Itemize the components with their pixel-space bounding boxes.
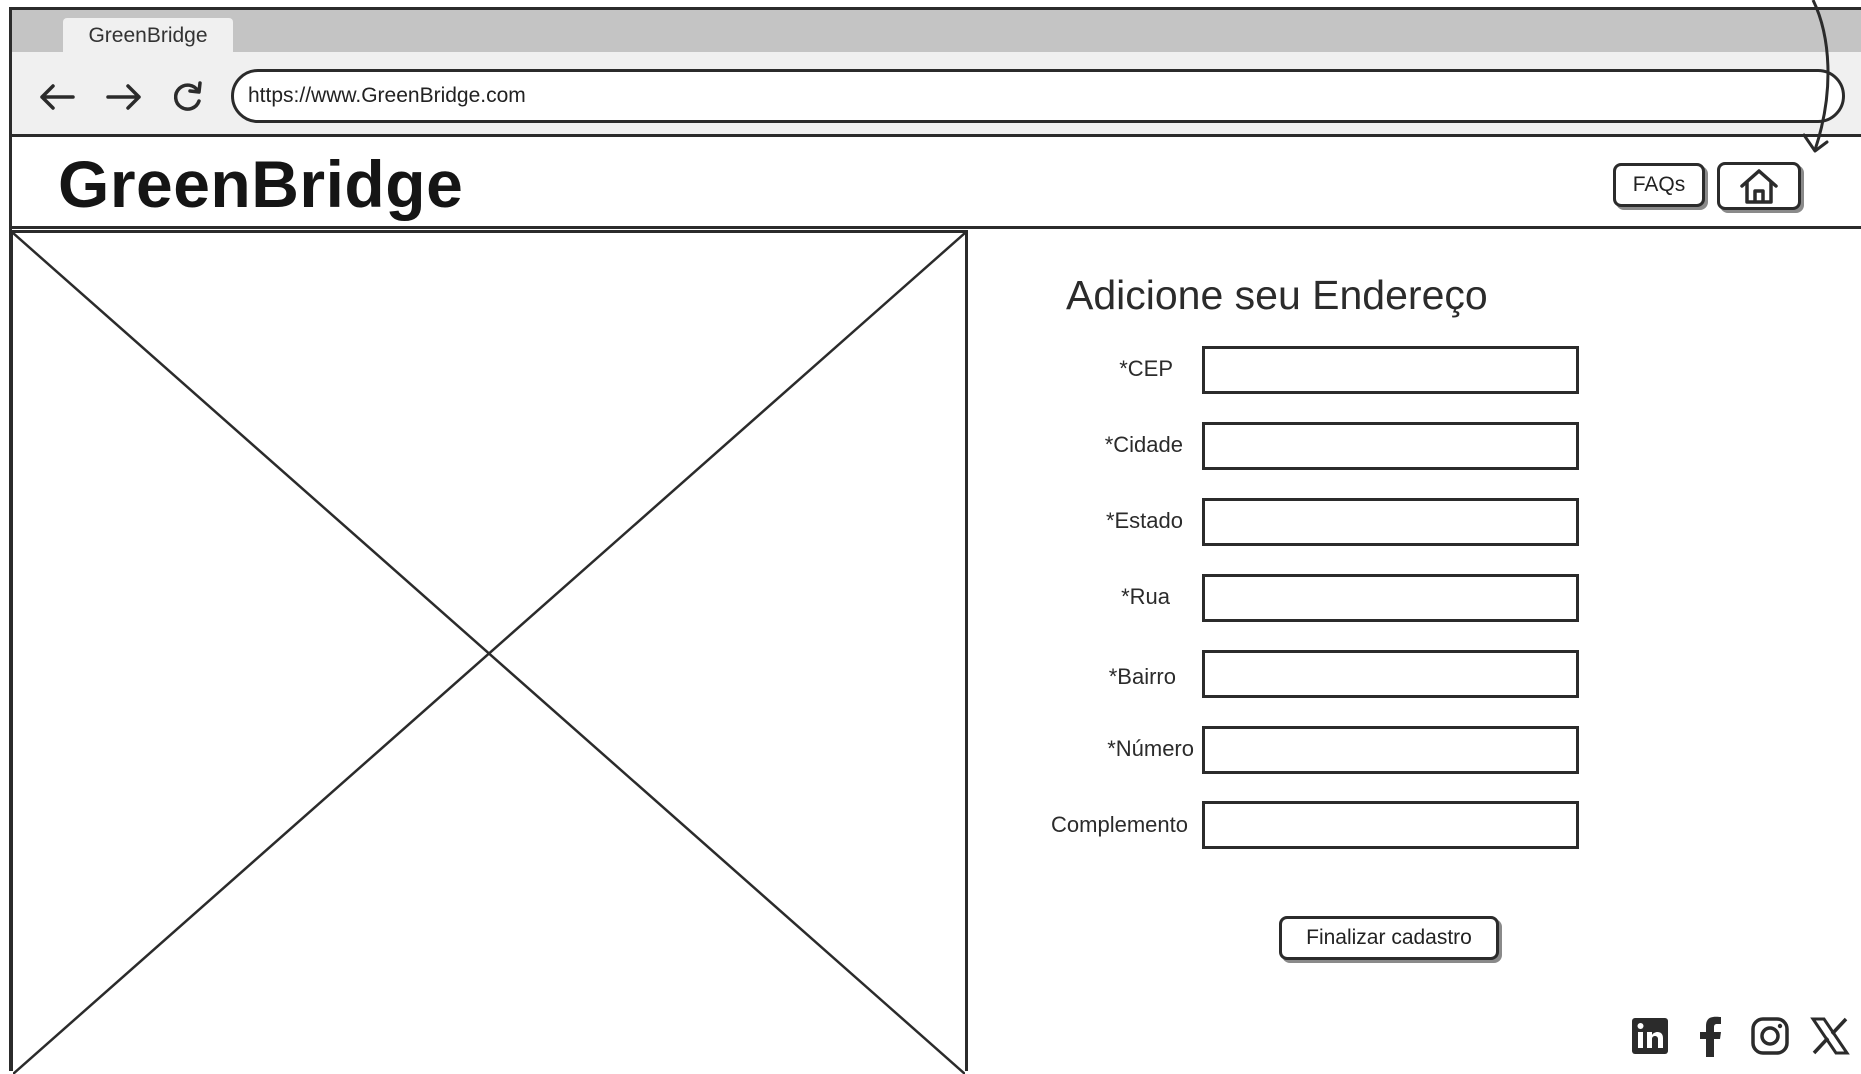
estado-field[interactable]	[1202, 498, 1579, 546]
cep-field[interactable]	[1202, 346, 1579, 394]
reload-button[interactable]	[164, 74, 210, 120]
url-text: https://www.GreenBridge.com	[248, 84, 526, 107]
rua-field[interactable]	[1202, 574, 1579, 622]
browser-tab-title: GreenBridge	[88, 24, 208, 47]
numero-field[interactable]	[1202, 726, 1579, 774]
cidade-label: *Cidade	[1104, 432, 1183, 457]
rua-label: *Rua	[1121, 584, 1170, 609]
url-bar[interactable]: https://www.GreenBridge.com	[231, 69, 1845, 123]
arrow-right-icon	[106, 84, 141, 110]
facebook-icon	[1700, 1016, 1721, 1057]
image-placeholder-icon	[13, 233, 965, 1074]
annotation-arrow-icon	[1802, 0, 1830, 153]
linkedin-icon	[1632, 1018, 1668, 1054]
arrow-left-icon	[40, 84, 75, 110]
faq-button[interactable]: FAQs	[1613, 163, 1705, 207]
bairro-field[interactable]	[1202, 650, 1579, 698]
faq-button-label: FAQs	[1632, 173, 1686, 196]
instagram-link[interactable]	[1748, 1014, 1792, 1058]
complemento-label: Complemento	[1051, 812, 1188, 837]
estado-label: *Estado	[1105, 508, 1183, 533]
logo: GreenBridge	[58, 147, 464, 221]
submit-button[interactable]: Finalizar cadastro	[1279, 916, 1499, 960]
complemento-field[interactable]	[1202, 801, 1579, 849]
cidade-field[interactable]	[1202, 422, 1579, 470]
reload-icon	[173, 81, 202, 111]
cep-label: *CEP	[1119, 356, 1173, 381]
tab-strip	[12, 10, 1861, 52]
back-button[interactable]	[34, 74, 80, 120]
form-title: Adicione seu Endereço	[1066, 272, 1488, 318]
x-icon	[1810, 1017, 1850, 1055]
linkedin-link[interactable]	[1628, 1014, 1672, 1058]
browser-tab[interactable]: GreenBridge	[63, 18, 233, 54]
home-icon	[1740, 169, 1778, 204]
facebook-link[interactable]	[1688, 1014, 1732, 1058]
bairro-label: *Bairro	[1108, 664, 1176, 689]
x-link[interactable]	[1808, 1014, 1852, 1058]
forward-button[interactable]	[101, 74, 147, 120]
numero-label: *Número	[1107, 736, 1194, 761]
home-button[interactable]	[1717, 162, 1801, 210]
image-placeholder	[10, 230, 968, 1074]
submit-button-label: Finalizar cadastro	[1306, 926, 1472, 949]
instagram-icon	[1751, 1017, 1789, 1055]
browser-window: GreenBridge https://www.GreenBridge.com …	[0, 0, 1861, 1074]
